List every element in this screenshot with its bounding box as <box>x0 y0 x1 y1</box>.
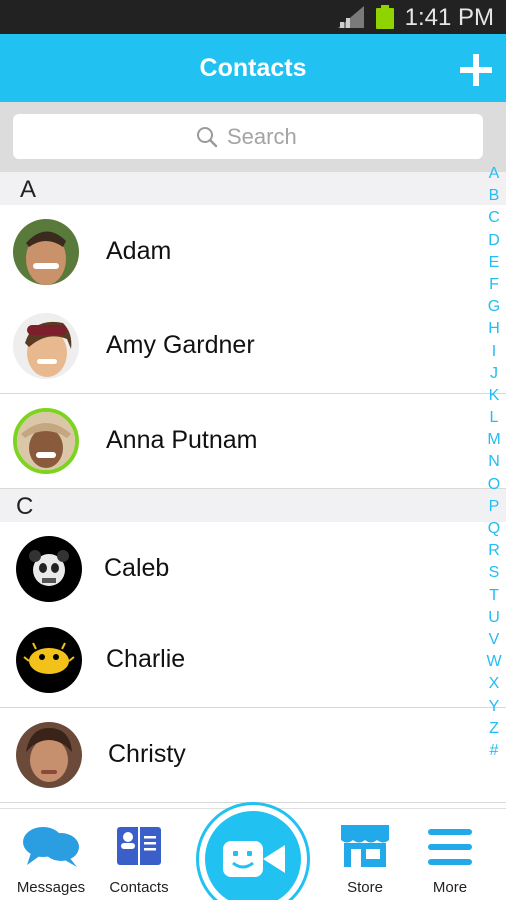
avatar <box>13 313 79 379</box>
menu-icon <box>428 829 472 865</box>
section-header-c: C <box>0 489 506 523</box>
contact-name: Caleb <box>104 554 170 582</box>
nav-label: Contacts <box>109 879 169 896</box>
page-title: Contacts <box>199 54 307 82</box>
address-book-icon <box>117 827 161 865</box>
contact-row-amy-gardner[interactable]: Amy Gardner <box>0 299 506 394</box>
index-letter[interactable]: Y <box>484 696 504 718</box>
index-letter[interactable]: # <box>484 740 504 762</box>
avatar <box>16 722 82 788</box>
app-header: Contacts <box>0 34 506 102</box>
store-icon <box>341 825 389 867</box>
index-letter[interactable]: X <box>484 673 504 695</box>
chat-bubbles-icon <box>23 827 79 867</box>
battery-icon <box>376 5 394 29</box>
contact-name: Adam <box>106 237 172 265</box>
index-letter[interactable]: O <box>484 474 504 496</box>
index-letter[interactable]: W <box>484 651 504 673</box>
index-letter[interactable]: T <box>484 585 504 607</box>
index-letter[interactable]: A <box>484 163 504 185</box>
index-letter[interactable]: Q <box>484 518 504 540</box>
index-letter[interactable]: P <box>484 496 504 518</box>
index-letter[interactable]: Z <box>484 718 504 740</box>
avatar <box>16 536 82 602</box>
index-letter[interactable]: J <box>484 363 504 385</box>
nav-messages[interactable]: Messages <box>6 809 96 900</box>
avatar <box>16 627 82 693</box>
index-letter[interactable]: E <box>484 252 504 274</box>
index-letter[interactable]: C <box>484 207 504 229</box>
index-letter[interactable]: V <box>484 629 504 651</box>
section-letter: C <box>16 493 34 520</box>
status-bar: 1:41 PM <box>0 0 506 34</box>
index-letter[interactable]: L <box>484 407 504 429</box>
contact-name: Anna Putnam <box>106 426 258 454</box>
contact-name: Christy <box>108 740 186 768</box>
video-camera-icon <box>223 841 285 877</box>
index-letter[interactable]: D <box>484 230 504 252</box>
index-letter[interactable]: S <box>484 562 504 584</box>
index-letter[interactable]: I <box>484 341 504 363</box>
index-letter[interactable]: G <box>484 296 504 318</box>
search-bar-container: Search <box>0 102 506 172</box>
contact-row-anna-putnam[interactable]: Anna Putnam <box>0 394 506 489</box>
search-placeholder: Search <box>227 124 297 149</box>
signal-icon <box>338 6 364 28</box>
contact-row-charlie[interactable]: Charlie <box>0 613 506 708</box>
contact-name: Charlie <box>106 645 186 673</box>
index-letter[interactable]: M <box>484 429 504 451</box>
nav-contacts[interactable]: Contacts <box>94 809 184 900</box>
section-header-a: A <box>0 172 506 206</box>
index-letter[interactable]: U <box>484 607 504 629</box>
contact-row-christy[interactable]: Christy <box>0 708 506 803</box>
index-letter[interactable]: K <box>484 385 504 407</box>
index-letter[interactable]: R <box>484 540 504 562</box>
alphabet-index[interactable]: A B C D E F G H I J K L M N O P Q R S T U V W X Y Z # <box>484 163 504 762</box>
index-letter[interactable]: B <box>484 185 504 207</box>
index-letter[interactable]: N <box>484 451 504 473</box>
nav-label: Store <box>347 879 383 896</box>
add-contact-button[interactable] <box>460 54 492 86</box>
avatar <box>13 408 79 474</box>
search-icon <box>197 127 218 148</box>
status-time: 1:41 PM <box>404 4 494 31</box>
contact-row-caleb[interactable]: Caleb <box>0 522 506 617</box>
nav-more[interactable]: More <box>405 809 495 900</box>
index-letter[interactable]: F <box>484 274 504 296</box>
section-letter: A <box>20 176 37 203</box>
nav-label: Messages <box>16 879 86 896</box>
search-input[interactable]: Search <box>13 114 483 159</box>
index-letter[interactable]: H <box>484 318 504 340</box>
nav-label: More <box>432 879 468 896</box>
contact-row-adam[interactable]: Adam <box>0 205 506 300</box>
contact-name: Amy Gardner <box>106 331 255 359</box>
avatar <box>13 219 79 285</box>
nav-store[interactable]: Store <box>320 809 410 900</box>
